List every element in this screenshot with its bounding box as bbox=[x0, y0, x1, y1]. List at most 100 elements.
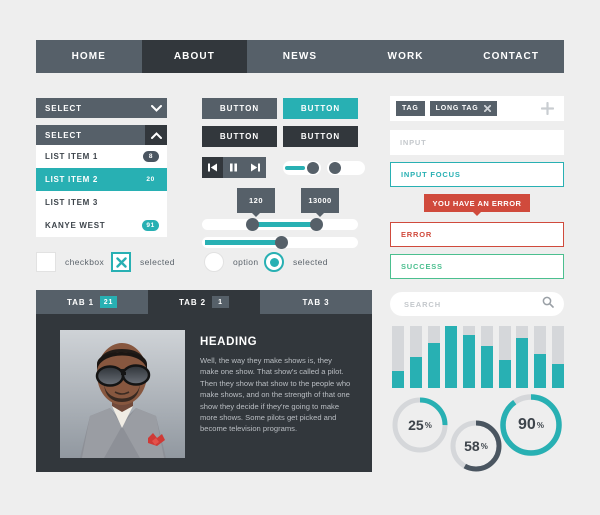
tab-3[interactable]: TAB 3 bbox=[260, 290, 372, 314]
donut-number: 58 bbox=[464, 438, 480, 454]
button-teal[interactable]: BUTTON bbox=[283, 98, 358, 119]
list-item-badge: 8 bbox=[143, 151, 159, 162]
donut-suffix: % bbox=[480, 441, 488, 451]
checkbox-input-checked[interactable] bbox=[111, 252, 131, 272]
toggle-knob[interactable] bbox=[329, 162, 341, 174]
plus-icon[interactable] bbox=[541, 102, 558, 115]
checkbox-unchecked-group[interactable]: checkbox bbox=[36, 249, 104, 275]
nav-label: HOME bbox=[71, 51, 106, 62]
pause-icon[interactable] bbox=[223, 157, 244, 178]
button-label: BUTTON bbox=[300, 104, 341, 113]
tab-2[interactable]: TAB 2 1 bbox=[148, 290, 260, 314]
input-value: ERROR bbox=[401, 230, 433, 239]
tab-label: TAB 1 bbox=[66, 297, 95, 307]
range-slider-knob-min[interactable] bbox=[246, 218, 259, 231]
checkbox-label: checkbox bbox=[65, 257, 105, 267]
nav-label: NEWS bbox=[282, 51, 318, 62]
bar-fill bbox=[427, 343, 440, 388]
bar-fill bbox=[516, 338, 529, 388]
search-box[interactable]: SEARCH bbox=[390, 292, 564, 316]
toggle-off[interactable] bbox=[327, 161, 365, 175]
radio-input[interactable] bbox=[204, 252, 224, 272]
close-icon[interactable] bbox=[483, 105, 491, 112]
chevron-down-icon bbox=[145, 104, 167, 112]
toggle-on[interactable] bbox=[283, 161, 321, 175]
bar-fill bbox=[480, 345, 493, 388]
bar-fill bbox=[445, 326, 458, 388]
list-item[interactable]: KANYE WEST 91 bbox=[36, 214, 167, 237]
main-navigation: HOME ABOUT NEWS WORK CONTACT bbox=[36, 40, 564, 73]
donut-value-1: 25% bbox=[390, 395, 450, 455]
nav-label: WORK bbox=[387, 51, 424, 62]
skip-next-icon[interactable] bbox=[245, 157, 266, 178]
list-item[interactable]: LIST ITEM 3 bbox=[36, 191, 167, 214]
bar-chart bbox=[392, 326, 564, 388]
nav-item-news[interactable]: NEWS bbox=[247, 40, 353, 73]
bar-track bbox=[445, 326, 458, 388]
check-x-icon bbox=[115, 256, 127, 268]
nav-item-about[interactable]: ABOUT bbox=[141, 40, 248, 73]
bar-track bbox=[551, 326, 564, 388]
nav-item-contact[interactable]: CONTACT bbox=[458, 40, 564, 73]
select-open-header[interactable]: SELECT bbox=[36, 125, 167, 145]
options-row: checkbox selected option selected bbox=[36, 249, 336, 275]
tab-label: TAB 2 bbox=[178, 297, 207, 307]
range-max-tooltip: 13000 bbox=[301, 188, 339, 217]
list-item[interactable]: LIST ITEM 2 20 bbox=[36, 168, 167, 191]
tab-content-panel: HEADING Well, the way they make shows is… bbox=[36, 314, 372, 472]
input-plain[interactable]: INPUT bbox=[390, 130, 564, 155]
bar-track bbox=[480, 326, 493, 388]
toggle-knob[interactable] bbox=[307, 162, 319, 174]
toggle-fill bbox=[285, 166, 305, 170]
tag-item[interactable]: TAG bbox=[396, 101, 425, 116]
checkbox-input[interactable] bbox=[36, 252, 56, 272]
bar-track bbox=[427, 326, 440, 388]
single-slider[interactable] bbox=[202, 236, 358, 249]
range-min-value: 120 bbox=[248, 196, 263, 205]
list-item[interactable]: LIST ITEM 1 8 bbox=[36, 145, 167, 168]
ui-kit-page: HOME ABOUT NEWS WORK CONTACT SELECT SELE… bbox=[0, 0, 600, 515]
radio-input-checked[interactable] bbox=[264, 252, 284, 272]
donut-suffix: % bbox=[424, 420, 432, 430]
media-controls bbox=[202, 157, 266, 178]
panel-heading: HEADING bbox=[200, 336, 258, 348]
bar-fill bbox=[551, 364, 564, 388]
input-success[interactable]: SUCCESS bbox=[390, 254, 564, 279]
single-slider-knob[interactable] bbox=[275, 236, 288, 249]
select-closed[interactable]: SELECT bbox=[36, 98, 167, 118]
select-dropdown-list: LIST ITEM 1 8 LIST ITEM 2 20 LIST ITEM 3… bbox=[36, 145, 167, 237]
bar-track bbox=[463, 326, 476, 388]
range-slider-knob-max[interactable] bbox=[310, 218, 323, 231]
input-focus[interactable]: INPUT FOCUS bbox=[390, 162, 564, 187]
checkbox-checked-label: selected bbox=[140, 257, 175, 267]
list-item-label: LIST ITEM 3 bbox=[45, 198, 99, 207]
checkbox-checked-group[interactable]: selected bbox=[111, 249, 175, 275]
bar-track bbox=[409, 326, 422, 388]
error-tooltip-text: YOU HAVE AN ERROR bbox=[432, 198, 522, 208]
button-dark-2[interactable]: BUTTON bbox=[283, 126, 358, 147]
range-slider[interactable] bbox=[202, 218, 358, 231]
radio-checked-group[interactable]: selected bbox=[264, 249, 328, 275]
search-icon[interactable] bbox=[542, 295, 554, 313]
list-item-badge: 20 bbox=[146, 176, 155, 183]
chevron-up-icon bbox=[145, 125, 167, 145]
tag-input-bar[interactable]: TAG LONG TAG bbox=[390, 96, 564, 121]
input-value: SUCCESS bbox=[401, 262, 443, 271]
donut-chart-2: 58% bbox=[448, 418, 504, 474]
button-label: BUTTON bbox=[300, 132, 341, 141]
nav-item-work[interactable]: WORK bbox=[353, 40, 459, 73]
skip-previous-icon[interactable] bbox=[202, 157, 224, 178]
tag-label: TAG bbox=[402, 105, 419, 112]
bar-track bbox=[392, 326, 404, 388]
tab-1[interactable]: TAB 1 21 bbox=[36, 290, 148, 314]
panel-text: HEADING Well, the way they make shows is… bbox=[200, 336, 352, 435]
button-dark-1[interactable]: BUTTON bbox=[202, 126, 277, 147]
bar-fill bbox=[463, 335, 476, 388]
button-slate[interactable]: BUTTON bbox=[202, 98, 277, 119]
nav-item-home[interactable]: HOME bbox=[36, 40, 142, 73]
input-error[interactable]: ERROR bbox=[390, 222, 564, 247]
tag-item-removable[interactable]: LONG TAG bbox=[429, 101, 497, 116]
search-input[interactable]: SEARCH bbox=[404, 300, 542, 309]
radio-unchecked-group[interactable]: option bbox=[204, 249, 259, 275]
tab-badge: 21 bbox=[100, 296, 118, 308]
